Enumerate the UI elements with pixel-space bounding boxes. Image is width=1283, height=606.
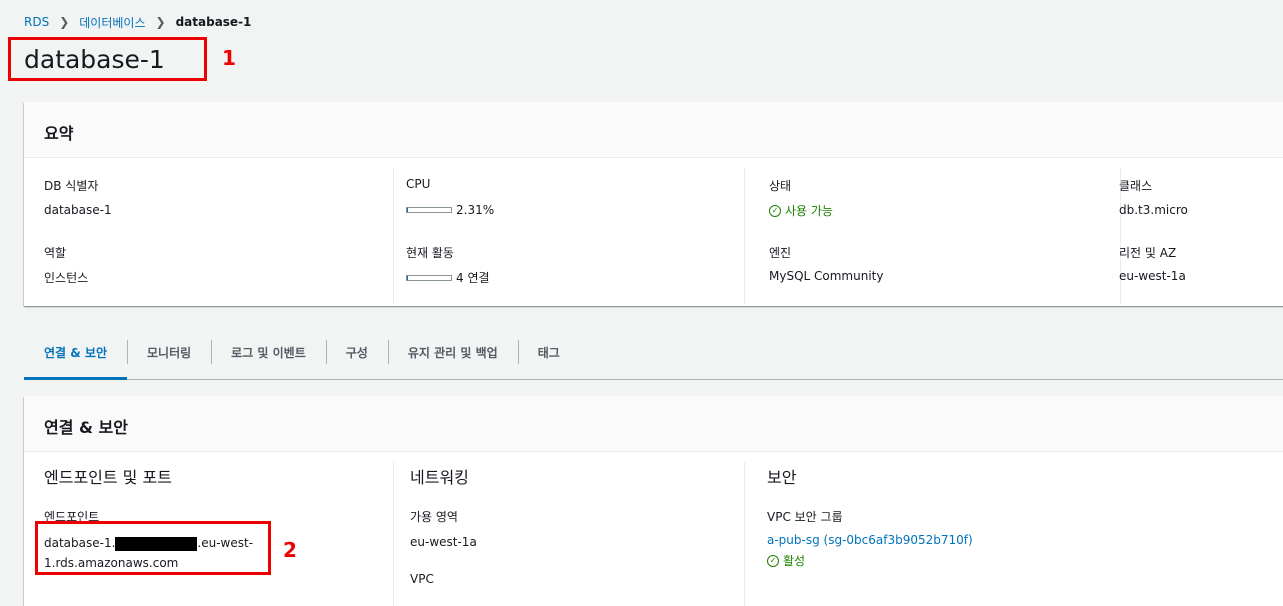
status-value: 사용 가능 bbox=[785, 204, 833, 218]
tab-maintenance-backups[interactable]: 유지 관리 및 백업 bbox=[387, 325, 518, 379]
security-section-title: 보안 bbox=[767, 468, 797, 487]
activity-value: 4 연결 bbox=[456, 271, 490, 285]
class-label: 클래스 bbox=[1119, 179, 1153, 193]
annotation-box-2 bbox=[35, 521, 271, 575]
sg-status-value: 활성 bbox=[783, 554, 806, 568]
db-id-label: DB 식별자 bbox=[44, 179, 99, 193]
breadcrumb: RDS ❯ 데이터베이스 ❯ database-1 bbox=[24, 13, 251, 31]
activity-progress-bar bbox=[406, 274, 452, 281]
region-label: 리전 및 AZ bbox=[1119, 246, 1177, 260]
annotation-box-1 bbox=[8, 37, 207, 81]
summary-title: 요약 bbox=[24, 102, 1283, 158]
chevron-right-icon: ❯ bbox=[59, 15, 70, 29]
cpu-progress-bar bbox=[406, 207, 452, 213]
status-badge: ✓ 사용 가능 bbox=[769, 202, 833, 219]
annotation-number-2: 2 bbox=[283, 538, 297, 562]
tab-bar: 연결 & 보안 모니터링 로그 및 이벤트 구성 유지 관리 및 백업 태그 bbox=[24, 325, 1283, 380]
annotation-number-1: 1 bbox=[222, 46, 236, 70]
vpc-label: VPC bbox=[410, 572, 434, 586]
sg-status-badge: ✓ 활성 bbox=[767, 552, 805, 569]
activity-meter: 4 연결 bbox=[406, 269, 490, 286]
summary-card: 요약 DB 식별자 database-1 역할 인스턴스 CPU 2.31% 현… bbox=[24, 102, 1283, 306]
security-group-link[interactable]: a-pub-sg (sg-0bc6af3b9052b710f) bbox=[767, 533, 973, 547]
activity-label: 현재 활동 bbox=[406, 246, 454, 260]
column-divider bbox=[393, 462, 394, 606]
db-id-value: database-1 bbox=[44, 203, 112, 217]
az-value: eu-west-1a bbox=[410, 535, 477, 549]
status-label: 상태 bbox=[769, 179, 792, 193]
engine-label: 엔진 bbox=[769, 246, 792, 260]
engine-value: MySQL Community bbox=[769, 269, 884, 283]
az-label: 가용 영역 bbox=[410, 510, 458, 524]
region-value: eu-west-1a bbox=[1119, 269, 1186, 283]
tab-logs-events[interactable]: 로그 및 이벤트 bbox=[211, 325, 326, 379]
role-label: 역할 bbox=[44, 246, 67, 260]
breadcrumb-rds[interactable]: RDS bbox=[24, 15, 49, 29]
column-divider bbox=[744, 462, 745, 606]
cpu-meter: 2.31% bbox=[406, 203, 494, 217]
tab-connectivity-security[interactable]: 연결 & 보안 bbox=[24, 325, 127, 380]
connectivity-title: 연결 & 보안 bbox=[24, 396, 1283, 452]
tab-configuration[interactable]: 구성 bbox=[325, 325, 388, 379]
cpu-value: 2.31% bbox=[456, 203, 495, 217]
sg-label: VPC 보안 그룹 bbox=[767, 510, 843, 524]
tab-monitoring[interactable]: 모니터링 bbox=[126, 325, 211, 379]
check-circle-icon: ✓ bbox=[767, 554, 779, 567]
breadcrumb-current: database-1 bbox=[175, 15, 252, 29]
tab-tags[interactable]: 태그 bbox=[517, 325, 580, 379]
networking-section-title: 네트워킹 bbox=[410, 468, 469, 487]
cpu-label: CPU bbox=[406, 177, 431, 191]
check-circle-icon: ✓ bbox=[769, 204, 781, 217]
chevron-right-icon: ❯ bbox=[155, 15, 166, 29]
column-divider bbox=[393, 168, 394, 304]
column-divider bbox=[744, 168, 745, 304]
endpoint-section-title: 엔드포인트 및 포트 bbox=[44, 468, 172, 487]
role-value: 인스턴스 bbox=[44, 271, 89, 285]
breadcrumb-databases[interactable]: 데이터베이스 bbox=[79, 14, 145, 31]
class-value: db.t3.micro bbox=[1119, 203, 1188, 217]
